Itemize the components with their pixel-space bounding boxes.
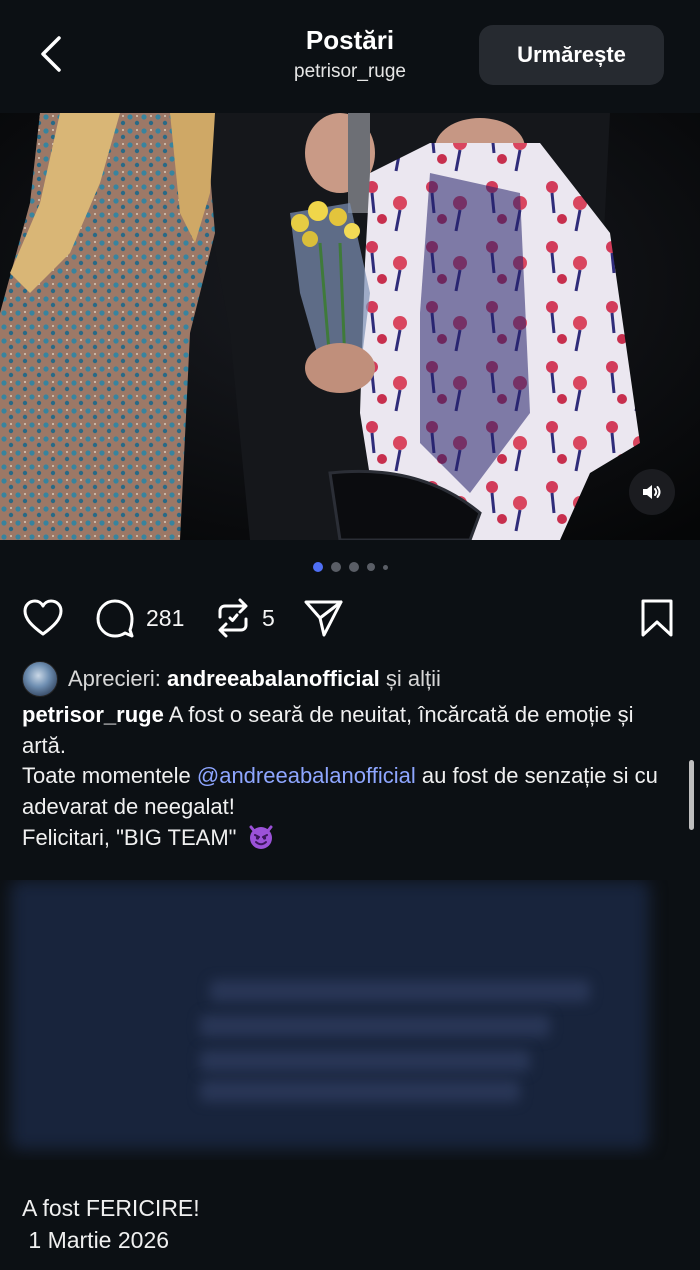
blurred-content	[0, 880, 700, 1160]
caption-mention[interactable]: @andreeabalanofficial	[197, 763, 416, 788]
like-button[interactable]	[22, 590, 64, 646]
footer-line-1: A fost FERICIRE!	[22, 1195, 200, 1221]
back-button[interactable]	[28, 30, 76, 78]
carousel-dot	[348, 562, 359, 572]
blurred-line	[200, 1050, 530, 1072]
heart-icon	[23, 599, 63, 636]
footer-date: 1 Martie 2026	[22, 1227, 170, 1253]
save-button[interactable]	[638, 590, 676, 646]
scrollbar[interactable]	[689, 760, 694, 830]
action-bar: 281 5	[0, 590, 700, 646]
likes-suffix: și alții	[385, 666, 441, 691]
carousel-dot	[382, 564, 388, 570]
comment-button[interactable]: 281	[94, 590, 184, 646]
post-footer-text: A fost FERICIRE! 1 Martie 2026	[22, 1192, 200, 1256]
repost-button[interactable]: 5	[214, 590, 275, 646]
follow-button[interactable]: Urmărește	[479, 25, 664, 85]
back-arrow-icon	[41, 36, 61, 72]
liker-username[interactable]: andreeabalanofficial	[167, 666, 380, 692]
blurred-line	[200, 1015, 550, 1037]
header-username[interactable]: petrisor_ruge	[200, 58, 500, 86]
speaker-icon	[643, 485, 661, 499]
share-button[interactable]	[302, 590, 344, 646]
mute-button[interactable]	[629, 469, 675, 515]
reposts-count: 5	[262, 604, 275, 631]
blurred-line	[210, 980, 590, 1002]
carousel-dot	[330, 562, 341, 572]
comment-icon	[96, 599, 134, 638]
page-title: Postări	[305, 25, 395, 55]
blurred-line	[200, 1080, 520, 1102]
bookmark-icon	[641, 599, 673, 637]
share-icon	[304, 600, 343, 637]
carousel-dot-active	[312, 562, 323, 572]
header-title-block: Postări petrisor_ruge	[200, 24, 500, 86]
comments-count: 281	[146, 604, 185, 631]
likes-summary[interactable]: Aprecieri: andreeabalanofficial și alții	[22, 660, 441, 698]
top-header: Postări petrisor_ruge Urmărește	[0, 0, 700, 112]
post-caption: petrisor_ruge A fost o seară de neuitat,…	[22, 700, 672, 854]
post-media[interactable]	[0, 113, 700, 540]
caption-line-3: Felicitari, "BIG TEAM"	[22, 825, 237, 850]
carousel-indicator	[0, 560, 700, 574]
caption-author[interactable]: petrisor_ruge	[22, 702, 164, 727]
likes-prefix: Aprecieri:	[68, 666, 161, 691]
devil-emoji-icon	[249, 825, 273, 849]
caption-line-2-before: Toate momentele	[22, 763, 197, 788]
post-photo	[0, 113, 700, 540]
repost-icon	[218, 598, 248, 638]
liker-avatar[interactable]	[22, 661, 58, 697]
carousel-dot	[366, 563, 375, 571]
